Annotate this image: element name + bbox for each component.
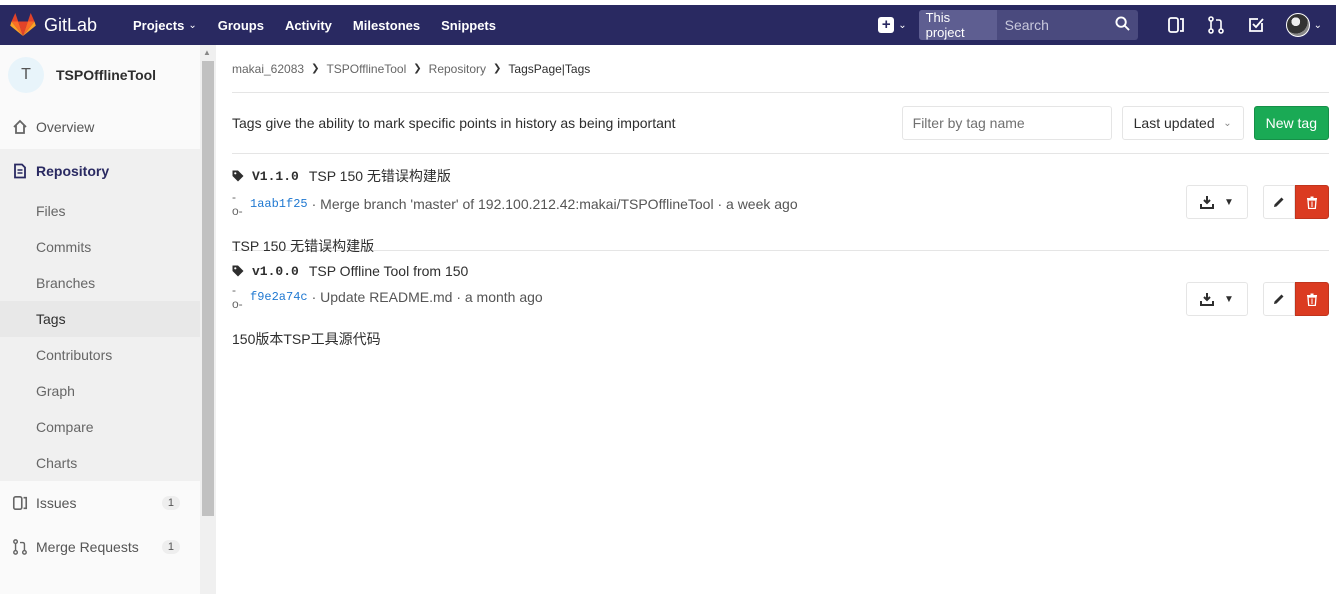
search-box: This project [918,10,1138,40]
tag-name-link[interactable]: v1.0.0 [252,264,299,279]
sidebar-item-label: Overview [36,119,95,135]
commit-sha-link[interactable]: f9e2a74c [250,290,308,304]
sidebar-project-header[interactable]: T TSPOfflineTool [0,45,200,105]
nav-snippets[interactable]: Snippets [441,18,496,33]
release-note: 150版本TSP工具源代码 [232,331,381,347]
search-scope-badge[interactable]: This project [918,10,997,40]
tag-icon [232,170,244,182]
scroll-up-arrow-icon[interactable]: ▲ [203,48,211,57]
caret-down-icon: ▼ [1224,293,1234,305]
download-dropdown-button[interactable]: ▼ [1186,185,1248,219]
sort-dropdown[interactable]: Last updated ⌄ [1121,106,1244,140]
gitlab-logo-icon [10,13,36,36]
scrollbar-thumb[interactable] [202,61,214,516]
sidebar-item-files[interactable]: Files [0,193,200,229]
project-avatar: T [8,57,44,93]
nav-activity[interactable]: Activity [285,18,332,33]
issues-icon [12,495,28,511]
commit-info: · Update README.md · a month ago [311,289,543,305]
plus-icon: + [878,17,895,33]
sidebar-item-commits[interactable]: Commits [0,229,200,265]
commit-icon: -o- [232,283,243,311]
merge-requests-icon [12,539,28,555]
sidebar-item-graph[interactable]: Graph [0,373,200,409]
search-input[interactable] [1004,17,1115,33]
tag-message: TSP Offline Tool from 150 [308,263,469,279]
breadcrumb-user[interactable]: makai_62083 [232,62,304,76]
search-icon[interactable] [1115,15,1130,35]
merge-requests-count-badge: 1 [161,540,180,554]
trash-icon [1307,196,1317,209]
nav-projects-label: Projects [133,17,185,33]
sidebar-item-contributors[interactable]: Contributors [0,337,200,373]
chevron-down-icon: ⌄ [1313,19,1322,31]
chevron-right-icon: ❯ [413,63,422,74]
pencil-icon [1274,197,1284,207]
avatar [1285,13,1310,37]
pencil-icon [1274,294,1284,304]
filter-tags-input[interactable] [901,106,1112,140]
caret-down-icon: ▼ [1224,196,1234,208]
nav-milestones[interactable]: Milestones [353,18,420,33]
edit-release-notes-button[interactable] [1263,282,1295,316]
sidebar-item-charts[interactable]: Charts [0,445,200,481]
delete-tag-button[interactable] [1295,185,1329,219]
breadcrumb: makai_62083 ❯ TSPOfflineTool ❯ Repositor… [232,45,1329,93]
sidebar-item-label: Repository [36,163,110,179]
download-icon [1200,293,1215,306]
tags-description: Tags give the ability to mark specific p… [232,115,676,131]
sidebar-item-branches[interactable]: Branches [0,265,200,301]
gitlab-home-link[interactable]: GitLab [10,13,122,37]
chevron-down-icon: ⌄ [1223,117,1232,129]
tag-icon [232,265,244,277]
issues-icon[interactable] [1166,15,1186,35]
new-dropdown[interactable]: + ⌄ [878,17,907,33]
edit-release-notes-button[interactable] [1263,185,1295,219]
tag-message: TSP 150 无错误构建版 [308,168,451,184]
breadcrumb-project[interactable]: TSPOfflineTool [326,62,406,76]
sidebar-item-label: Merge Requests [36,539,139,555]
download-dropdown-button[interactable]: ▼ [1186,282,1248,316]
commit-sha-link[interactable]: 1aab1f25 [250,197,308,211]
breadcrumb-repository[interactable]: Repository [429,62,486,76]
delete-tag-button[interactable] [1295,282,1329,316]
project-sidebar: T TSPOfflineTool Overview Repository Fil… [0,45,200,594]
top-navbar: GitLab Projects ⌄ Groups Activity Milest… [0,5,1336,45]
download-icon [1200,196,1215,209]
chevron-right-icon: ❯ [311,63,320,74]
tags-top-block: Tags give the ability to mark specific p… [232,93,1329,154]
project-name: TSPOfflineTool [56,67,157,83]
brand-name: GitLab [44,14,98,35]
chevron-right-icon: ❯ [493,63,502,74]
user-menu[interactable]: ⌄ [1285,13,1322,37]
sidebar-item-tags[interactable]: Tags [0,301,200,337]
todos-icon[interactable] [1246,15,1266,35]
issues-count-badge: 1 [161,496,180,510]
sidebar-scrollbar[interactable]: ▲ [200,45,216,594]
merge-requests-icon[interactable] [1206,15,1226,35]
breadcrumb-current[interactable]: TagsPage|Tags [508,62,590,76]
chevron-down-icon: ⌄ [898,19,907,31]
home-icon [12,119,28,135]
tag-row: V1.1.0 TSP 150 无错误构建版 -o- 1aab1f25 · Mer… [232,154,1329,254]
sidebar-item-issues[interactable]: Issues 1 [0,481,200,525]
sidebar-item-merge-requests[interactable]: Merge Requests 1 [0,525,200,569]
sidebar-item-compare[interactable]: Compare [0,409,200,445]
nav-groups[interactable]: Groups [218,18,264,33]
sidebar-item-overview[interactable]: Overview [0,105,200,149]
sidebar-item-label: Issues [36,495,77,511]
commit-icon: -o- [232,190,243,218]
repository-submenu: Files Commits Branches Tags Contributors… [0,193,200,481]
new-tag-button[interactable]: New tag [1253,106,1329,140]
commit-info: · Merge branch 'master' of 192.100.212.4… [311,196,798,212]
tag-name-link[interactable]: V1.1.0 [252,169,299,184]
sort-dropdown-label: Last updated [1133,115,1215,131]
nav-projects[interactable]: Projects ⌄ [133,18,197,33]
sidebar-item-repository[interactable]: Repository [0,149,200,193]
trash-icon [1307,293,1317,306]
document-icon [12,163,28,179]
chevron-down-icon: ⌄ [188,19,197,31]
main-content: makai_62083 ❯ TSPOfflineTool ❯ Repositor… [232,45,1329,348]
tag-row: v1.0.0 TSP Offline Tool from 150 -o- f9e… [232,251,1329,348]
